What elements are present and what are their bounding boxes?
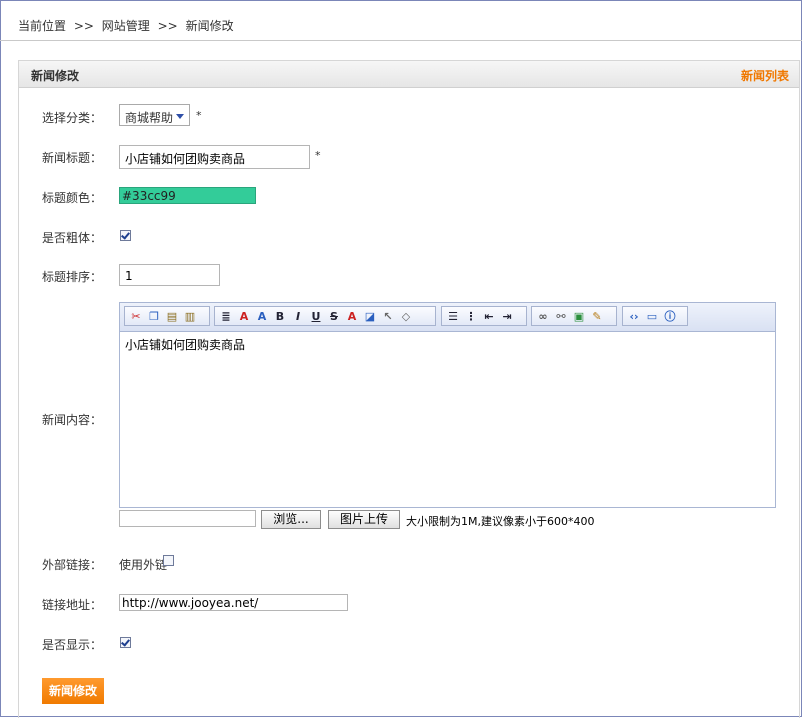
bold-icon[interactable]: B [271, 308, 289, 324]
highlight-icon[interactable]: ◪ [361, 308, 379, 324]
external-link-label: 外部链接： [42, 558, 103, 572]
panel-header: 新闻修改 新闻列表 [19, 61, 799, 88]
cut-icon[interactable]: ✂ [127, 308, 145, 324]
outdent-icon[interactable]: ⇤ [480, 308, 498, 324]
title-input[interactable]: 小店铺如何团购卖商品 [119, 145, 310, 169]
url-label: 链接地址： [42, 598, 103, 612]
breadcrumb-separator: >> [157, 19, 178, 33]
image-icon[interactable]: ▣ [570, 308, 588, 324]
about-icon[interactable]: ⓘ [661, 308, 679, 324]
chevron-down-icon [176, 114, 184, 119]
display-label: 是否显示： [42, 638, 103, 652]
italic-icon[interactable]: I [289, 308, 307, 324]
copy-icon[interactable]: ❐ [145, 308, 163, 324]
file-path-input[interactable] [119, 510, 256, 527]
paste-word-icon[interactable]: ▥ [181, 308, 199, 324]
edit-icon[interactable]: ✎ [588, 308, 606, 324]
breadcrumb: 当前位置 >> 网站管理 >> 新闻修改 [18, 17, 238, 34]
required-mark: * [315, 149, 321, 162]
underline-icon[interactable]: U [307, 308, 325, 324]
toolbar-group-format: ≣ A A B I U S A ◪ ↖ ◇ [214, 306, 436, 326]
link-icon[interactable]: ∞ [534, 308, 552, 324]
format-icon[interactable]: ≣ [217, 308, 235, 324]
category-label: 选择分类： [42, 111, 103, 125]
breadcrumb-current: 当前位置 [18, 19, 67, 33]
category-value: 商城帮助 [125, 111, 174, 125]
required-mark: * [196, 109, 202, 122]
category-select[interactable]: 商城帮助 [119, 104, 190, 126]
unlink-icon[interactable]: ⚯ [552, 308, 570, 324]
url-input[interactable]: http://www.jooyea.net/ [119, 594, 348, 611]
source-icon[interactable]: ‹› [625, 308, 643, 324]
external-checkbox-label: 使用外链 [119, 558, 168, 572]
order-label: 标题排序： [42, 270, 103, 284]
indent-icon[interactable]: ⇥ [498, 308, 516, 324]
upload-button[interactable]: 图片上传 [328, 510, 400, 529]
title-label: 新闻标题： [42, 151, 103, 165]
editor-content[interactable]: 小店铺如何团购卖商品 [125, 336, 245, 353]
breadcrumb-page: 新闻修改 [185, 19, 234, 33]
news-list-link[interactable]: 新闻列表 [741, 67, 789, 84]
display-checkbox[interactable] [120, 637, 131, 648]
eraser-icon[interactable]: ◇ [397, 308, 415, 324]
color-label: 标题颜色： [42, 191, 103, 205]
toolbar-group-clipboard: ✂ ❐ ▤ ▥ [124, 306, 210, 326]
rich-text-editor[interactable]: ✂ ❐ ▤ ▥ ≣ A A B I U S A ◪ ↖ ◇ ☰ ⋮ ⇤ ⇥ ∞ … [119, 302, 776, 508]
color-input[interactable]: #33cc99 [119, 187, 256, 204]
toolbar-group-misc: ‹› ▭ ⓘ [622, 306, 688, 326]
font-icon[interactable]: A [235, 308, 253, 324]
paste-icon[interactable]: ▤ [163, 308, 181, 324]
content-label: 新闻内容： [42, 413, 103, 427]
select-icon[interactable]: ↖ [379, 308, 397, 324]
align-icon[interactable]: ☰ [444, 308, 462, 324]
toolbar-group-insert: ∞ ⚯ ▣ ✎ [531, 306, 617, 326]
panel-title: 新闻修改 [31, 69, 80, 83]
text-color-icon[interactable]: A [343, 308, 361, 324]
order-input[interactable]: 1 [119, 264, 220, 286]
browse-button[interactable]: 浏览... [261, 510, 321, 529]
bold-checkbox[interactable] [120, 230, 131, 241]
upload-hint: 大小限制为1M,建议像素小于600*400 [406, 515, 595, 528]
bold-label: 是否粗体： [42, 231, 103, 245]
toolbar-group-paragraph: ☰ ⋮ ⇤ ⇥ [441, 306, 527, 326]
list-icon[interactable]: ⋮ [462, 308, 480, 324]
divider [0, 40, 802, 41]
breadcrumb-site[interactable]: 网站管理 [102, 19, 150, 33]
editor-toolbar: ✂ ❐ ▤ ▥ ≣ A A B I U S A ◪ ↖ ◇ ☰ ⋮ ⇤ ⇥ ∞ … [120, 303, 775, 332]
strikethrough-icon[interactable]: S [325, 308, 343, 324]
font-size-icon[interactable]: A [253, 308, 271, 324]
preview-icon[interactable]: ▭ [643, 308, 661, 324]
submit-button[interactable]: 新闻修改 [42, 678, 104, 704]
external-link-checkbox[interactable] [163, 555, 174, 566]
breadcrumb-separator: >> [73, 19, 94, 33]
